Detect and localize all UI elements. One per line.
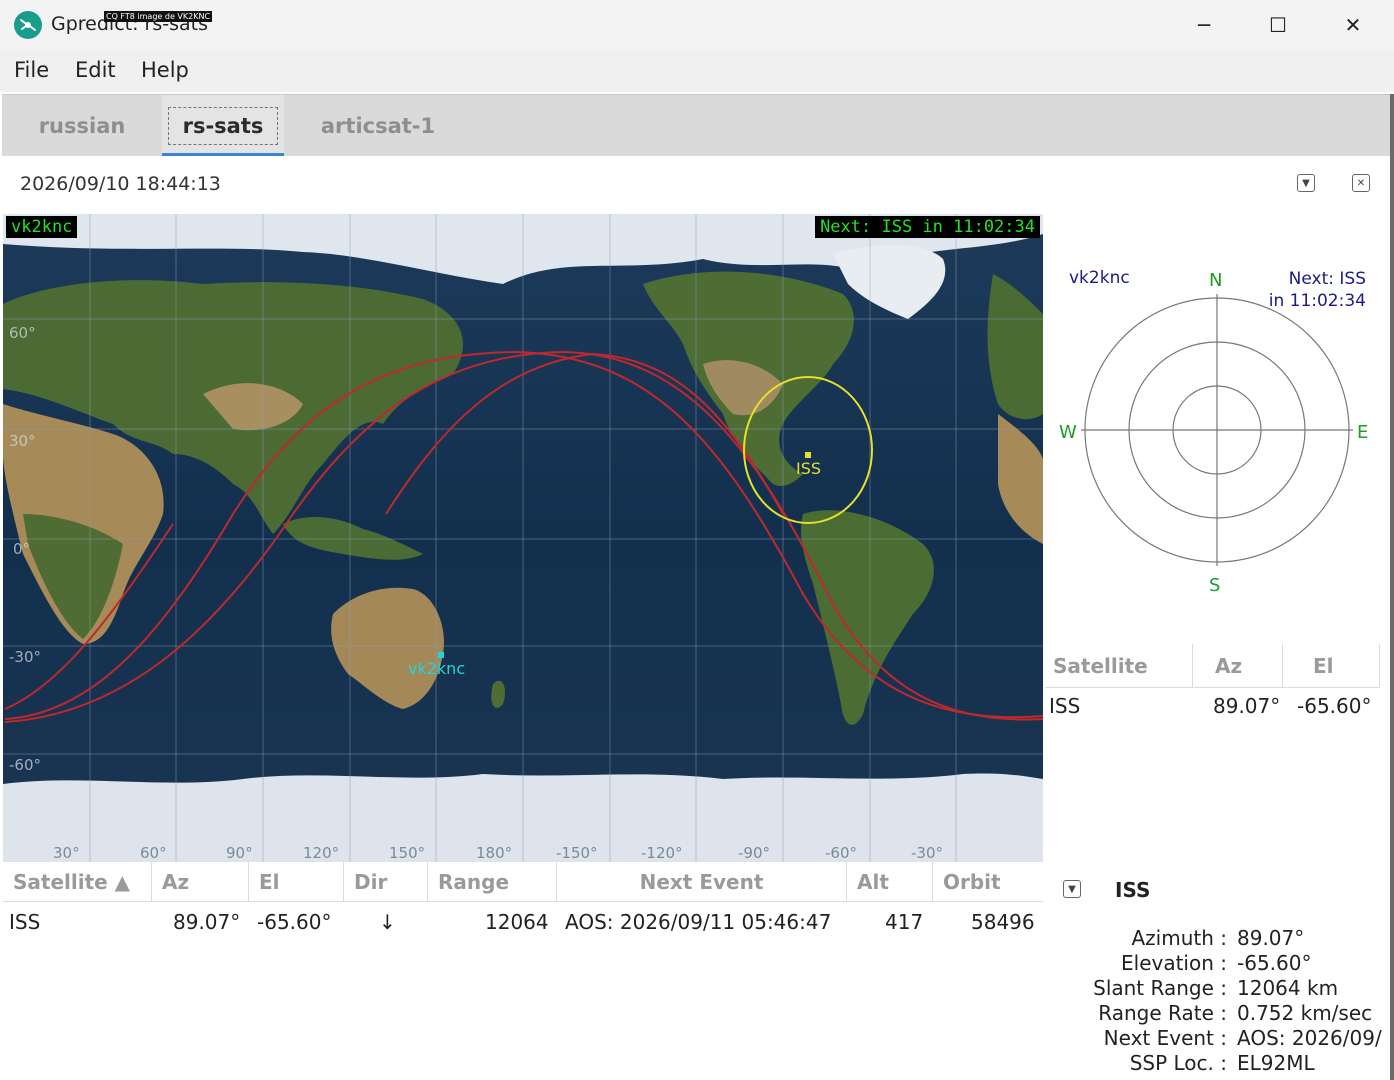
world-map[interactable]: ISS vk2knc 60° 30° 0° -30° -60° 30° 60° … [3,214,1043,862]
lat-label: 60° [9,324,36,342]
detail-value: AOS: 2026/09/ [1237,1026,1382,1050]
qth-marker [438,652,444,658]
menu-file[interactable]: File [14,58,49,82]
satellite-detail-panel: ▼ ISS Azimuth : 89.07° Elevation : -65.6… [1045,874,1390,1078]
iss-marker[interactable] [805,452,811,458]
tab-label: rs-sats [167,107,279,145]
lon-label: 60° [140,844,167,862]
menu-edit[interactable]: Edit [75,58,116,82]
maximize-button[interactable]: ☐ [1241,0,1315,50]
cell-dir: ↓ [379,910,396,934]
detail-label: Elevation : [1121,951,1227,975]
map-next-pass-label: Next: ISS in 11:02:34 [815,216,1040,238]
polar-e-label: E [1357,422,1368,443]
cell-alt: 417 [885,910,924,934]
detail-label: Next Event : [1103,1026,1227,1050]
lat-label: -30° [9,648,41,666]
cell-satellite: ISS [1049,694,1081,718]
polar-satellite-table: Satellite Az El ISS 89.07° -65.60° [1045,644,1390,874]
cell-next-event: AOS: 2026/09/11 05:46:47 [565,910,832,934]
cell-el: -65.60° [257,910,332,934]
column-header-satellite[interactable]: Satellite [1045,644,1193,688]
tab-articsat-1[interactable]: articsat-1 [298,95,458,157]
cell-range: 12064 [485,910,549,934]
lon-label: 30° [53,844,80,862]
map-canvas: ISS vk2knc 60° 30° 0° -30° -60° 30° 60° … [3,214,1043,862]
lon-label: -150° [556,844,598,862]
polar-qth-label: vk2knc [1069,268,1130,288]
close-window-button[interactable]: ✕ [1316,0,1390,50]
window-right-border [1390,94,1394,1080]
cell-orbit: 58496 [971,910,1035,934]
module-options-button[interactable]: ▼ [1297,174,1315,192]
column-header-satellite[interactable]: Satellite ▲ [3,862,152,902]
polar-view[interactable]: N S E W vk2knc Next: ISS in 11:02:34 [1045,214,1390,644]
watermark-label: CQ FT8 image de VK2KNC [104,11,213,22]
detail-satellite-name: ISS [1115,878,1151,902]
tab-russian[interactable]: russian [8,95,156,157]
column-header-dir[interactable]: Dir [344,862,428,902]
map-qth-label: vk2knc [6,216,78,238]
cell-el: -65.60° [1297,694,1372,718]
lon-label: 90° [226,844,253,862]
detail-label: Slant Range : [1093,976,1227,1000]
polar-next-line2: in 11:02:34 [1268,291,1366,311]
module-close-button[interactable]: ✕ [1352,174,1370,192]
polar-n-label: N [1209,270,1222,291]
detail-value: 89.07° [1237,926,1305,950]
module-header: 2026/09/10 18:44:13 ▼ ✕ [2,156,1392,214]
polar-w-label: W [1059,422,1077,443]
tab-label: russian [38,114,126,138]
title-bar: Gpredict: rs-sats CQ FT8 image de VK2KNC… [0,0,1394,50]
detail-label: Azimuth : [1131,926,1227,950]
cell-satellite: ISS [9,910,41,934]
detail-value: 0.752 km/sec [1237,1001,1373,1025]
menu-help[interactable]: Help [141,58,189,82]
tab-label: articsat-1 [320,114,436,138]
lat-label: -60° [9,756,41,774]
column-header-el[interactable]: El [249,862,344,902]
polar-next-line1: Next: ISS [1288,269,1366,289]
detail-label: SSP Loc. : [1129,1051,1227,1075]
lon-label: -120° [641,844,683,862]
detail-value: EL92ML [1237,1051,1315,1075]
lon-label: -30° [911,844,943,862]
iss-map-label: ISS [796,459,821,478]
cell-az: 89.07° [173,910,241,934]
gpredict-app-icon [14,11,42,39]
cell-az: 89.07° [1213,694,1281,718]
lon-label: -60° [825,844,857,862]
module-tabs: russian rs-sats articsat-1 [2,94,1392,157]
detail-value: 12064 km [1237,976,1339,1000]
column-header-next-event[interactable]: Next Event [557,862,847,902]
polar-s-label: S [1209,575,1220,596]
detail-value: -65.60° [1237,951,1312,975]
column-header-orbit[interactable]: Orbit [933,862,1043,902]
lat-label: 30° [9,432,36,450]
column-header-el[interactable]: El [1283,644,1380,688]
lon-label: 120° [303,844,339,862]
satellite-list-table: Satellite ▲ Az El Dir Range Next Event A… [3,862,1043,1078]
menu-bar: File Edit Help [0,50,1394,92]
lat-label: 0° [13,540,30,558]
column-header-az[interactable]: Az [1193,644,1283,688]
column-header-range[interactable]: Range [428,862,557,902]
module-timestamp: 2026/09/10 18:44:13 [20,173,221,195]
detail-label: Range Rate : [1098,1001,1227,1025]
lon-label: 150° [389,844,425,862]
qth-map-label: vk2knc [408,659,465,678]
column-header-alt[interactable]: Alt [847,862,933,902]
lon-label: -90° [738,844,770,862]
new-zealand [491,680,505,708]
detail-collapse-button[interactable]: ▼ [1063,880,1081,898]
minimize-button[interactable]: ─ [1167,0,1241,50]
polar-next-pass: Next: ISS in 11:02:34 [1269,268,1366,312]
column-header-az[interactable]: Az [152,862,249,902]
tab-rs-sats[interactable]: rs-sats [162,95,284,157]
lon-label: 180° [476,844,512,862]
